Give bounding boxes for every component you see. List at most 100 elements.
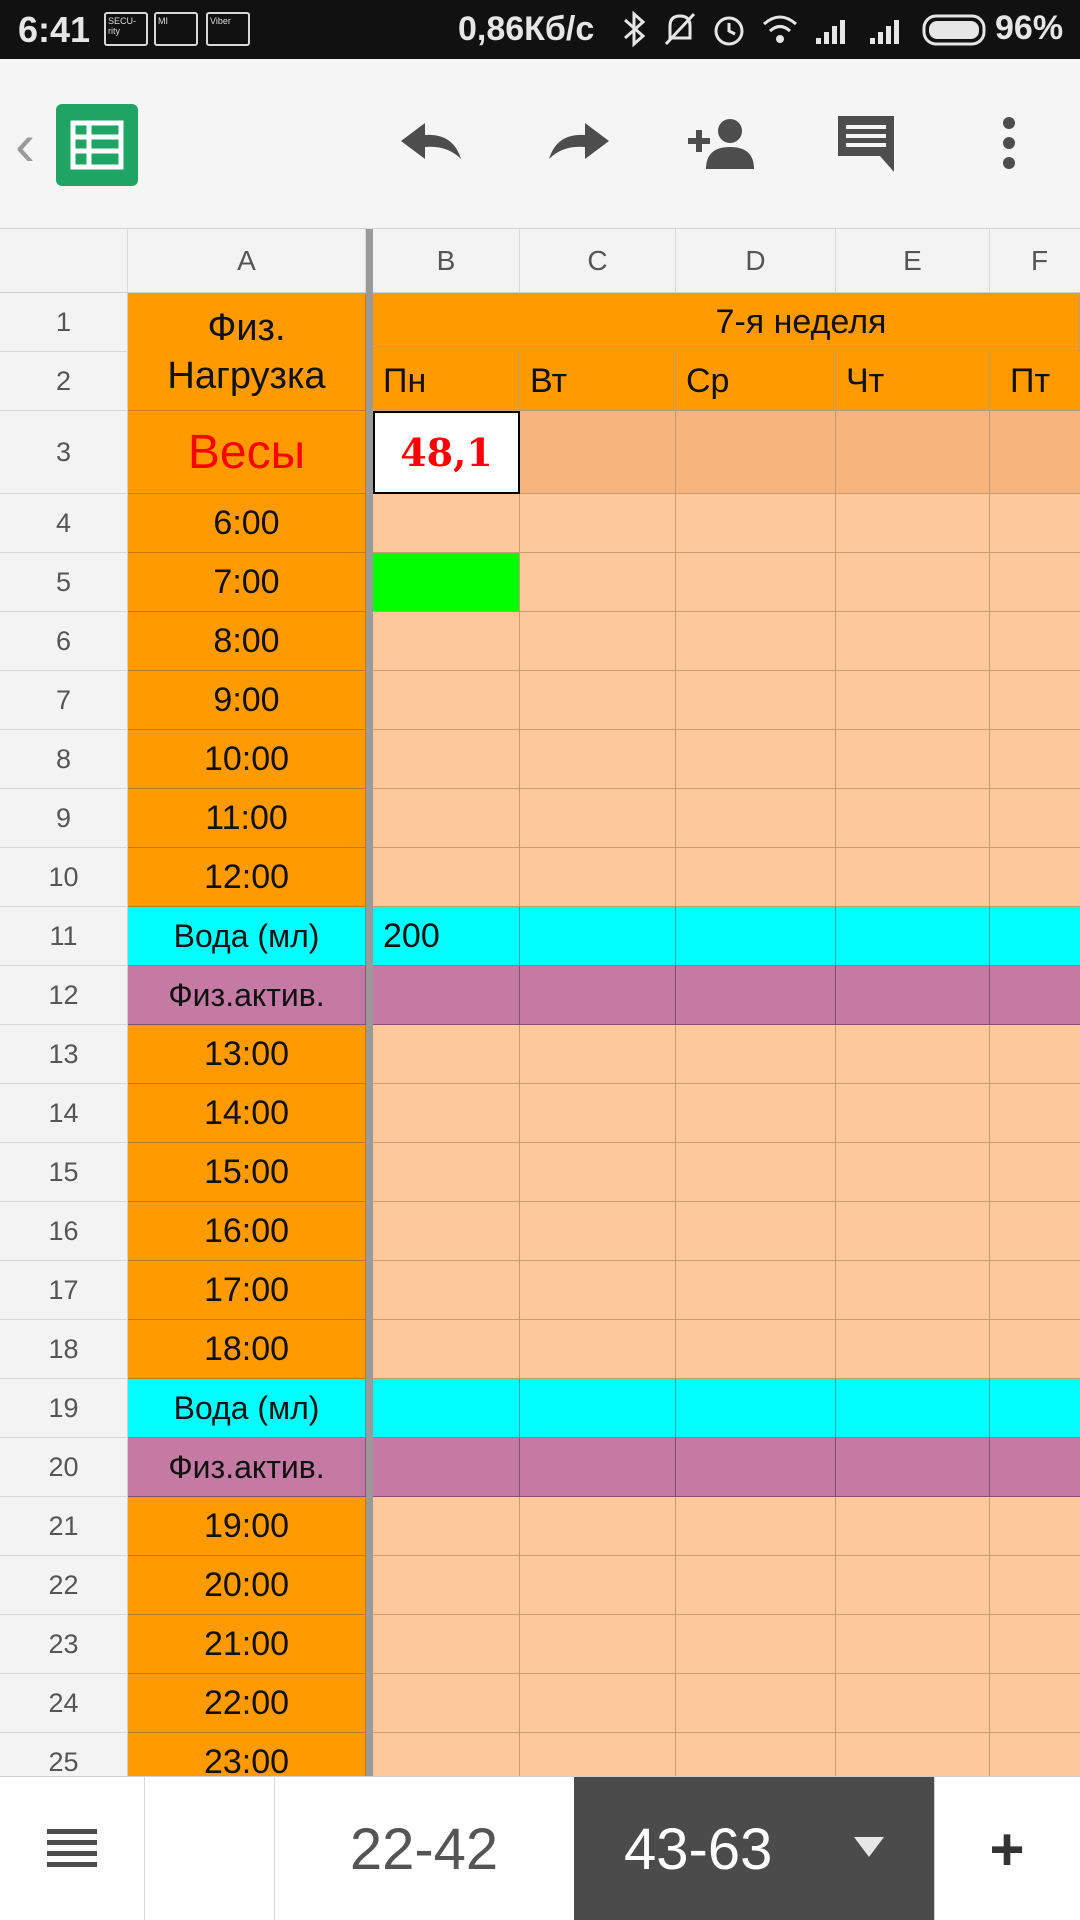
cell-f10[interactable] [990, 848, 1080, 907]
row-label-cell[interactable]: 13:00 [128, 1025, 366, 1084]
row-header[interactable]: 11 [0, 907, 128, 966]
row-header[interactable]: 21 [0, 1497, 128, 1556]
cell-c14[interactable] [520, 1084, 676, 1143]
cell-b3-weight-value[interactable]: 48,1 [373, 411, 520, 494]
cell-e8[interactable] [836, 730, 990, 789]
column-header-e[interactable]: E [836, 229, 990, 293]
back-button[interactable]: ‹ [6, 111, 44, 178]
cell-f16[interactable] [990, 1202, 1080, 1261]
row-header[interactable]: 4 [0, 494, 128, 553]
comments-button[interactable] [826, 107, 906, 179]
row-label-cell[interactable]: 17:00 [128, 1261, 366, 1320]
cell-f25[interactable] [990, 1733, 1080, 1776]
row-header[interactable]: 25 [0, 1733, 128, 1776]
sheet-tab-22-42[interactable]: 22-42 [274, 1777, 574, 1920]
day-header-fri[interactable]: Пт [990, 352, 1080, 411]
cell-d20[interactable] [676, 1438, 836, 1497]
sheet-tab-43-63-active[interactable]: 43-63 [574, 1777, 934, 1920]
cell-e11[interactable] [836, 907, 990, 966]
cell-d11[interactable] [676, 907, 836, 966]
row-label-cell[interactable]: 23:00 [128, 1733, 366, 1776]
cell-f15[interactable] [990, 1143, 1080, 1202]
cell-c9[interactable] [520, 789, 676, 848]
day-header-thu[interactable]: Чт [836, 352, 990, 411]
cell-d12[interactable] [676, 966, 836, 1025]
cell-d9[interactable] [676, 789, 836, 848]
day-header-wed[interactable]: Ср [676, 352, 836, 411]
day-header-tue[interactable]: Вт [520, 352, 676, 411]
cell-f12[interactable] [990, 966, 1080, 1025]
cell-b14[interactable] [373, 1084, 520, 1143]
sheets-list-button[interactable] [0, 1777, 144, 1920]
cell-c25[interactable] [520, 1733, 676, 1776]
row-header[interactable]: 8 [0, 730, 128, 789]
cell-b8[interactable] [373, 730, 520, 789]
row-header[interactable]: 18 [0, 1320, 128, 1379]
cell-e10[interactable] [836, 848, 990, 907]
cell-b7[interactable] [373, 671, 520, 730]
cell-c11[interactable] [520, 907, 676, 966]
cell-d5[interactable] [676, 553, 836, 612]
cell-c6[interactable] [520, 612, 676, 671]
row-label-cell[interactable]: Вода (мл) [128, 907, 366, 966]
cell-d16[interactable] [676, 1202, 836, 1261]
cell-f9[interactable] [990, 789, 1080, 848]
row-label-cell[interactable]: 20:00 [128, 1556, 366, 1615]
cell-b4[interactable] [373, 494, 520, 553]
cell-e4[interactable] [836, 494, 990, 553]
cell-b16[interactable] [373, 1202, 520, 1261]
cell-e13[interactable] [836, 1025, 990, 1084]
cell-d7[interactable] [676, 671, 836, 730]
row-header[interactable]: 1 [0, 293, 128, 352]
row-label-cell[interactable]: 16:00 [128, 1202, 366, 1261]
row-label-cell[interactable]: 9:00 [128, 671, 366, 730]
cell-f6[interactable] [990, 612, 1080, 671]
cell-e24[interactable] [836, 1674, 990, 1733]
cell-d6[interactable] [676, 612, 836, 671]
cell-d13[interactable] [676, 1025, 836, 1084]
cell-f22[interactable] [990, 1556, 1080, 1615]
cell-f23[interactable] [990, 1615, 1080, 1674]
row-label-cell[interactable]: 8:00 [128, 612, 366, 671]
cell-d21[interactable] [676, 1497, 836, 1556]
row-label-cell[interactable]: 18:00 [128, 1320, 366, 1379]
share-button[interactable] [682, 107, 762, 179]
row-header[interactable]: 3 [0, 411, 128, 494]
cell-e18[interactable] [836, 1320, 990, 1379]
cell-e5[interactable] [836, 553, 990, 612]
cell-b12[interactable] [373, 966, 520, 1025]
row-header[interactable]: 20 [0, 1438, 128, 1497]
cell-b9[interactable] [373, 789, 520, 848]
undo-button[interactable] [392, 109, 472, 179]
cell-e3[interactable] [836, 411, 990, 494]
row-label-cell[interactable]: 11:00 [128, 789, 366, 848]
cell-f17[interactable] [990, 1261, 1080, 1320]
cell-e16[interactable] [836, 1202, 990, 1261]
row-header[interactable]: 12 [0, 966, 128, 1025]
row-label-cell[interactable]: 6:00 [128, 494, 366, 553]
row-label-cell[interactable]: 22:00 [128, 1674, 366, 1733]
cell-c22[interactable] [520, 1556, 676, 1615]
cell-f7[interactable] [990, 671, 1080, 730]
cell-b18[interactable] [373, 1320, 520, 1379]
sheets-app-button[interactable] [56, 104, 138, 186]
cell-f14[interactable] [990, 1084, 1080, 1143]
cell-d10[interactable] [676, 848, 836, 907]
row-header[interactable]: 14 [0, 1084, 128, 1143]
row-label-cell[interactable]: 21:00 [128, 1615, 366, 1674]
cell-c18[interactable] [520, 1320, 676, 1379]
cell-e15[interactable] [836, 1143, 990, 1202]
cell-f11[interactable] [990, 907, 1080, 966]
cell-d14[interactable] [676, 1084, 836, 1143]
cell-b19[interactable] [373, 1379, 520, 1438]
cell-c13[interactable] [520, 1025, 676, 1084]
cell-b6[interactable] [373, 612, 520, 671]
cell-c24[interactable] [520, 1674, 676, 1733]
cell-f3[interactable] [990, 411, 1080, 494]
row-header[interactable]: 9 [0, 789, 128, 848]
row-label-cell[interactable]: Физ.актив. [128, 966, 366, 1025]
cell-c20[interactable] [520, 1438, 676, 1497]
column-header-b[interactable]: B [373, 229, 520, 293]
cell-b17[interactable] [373, 1261, 520, 1320]
cell-b15[interactable] [373, 1143, 520, 1202]
